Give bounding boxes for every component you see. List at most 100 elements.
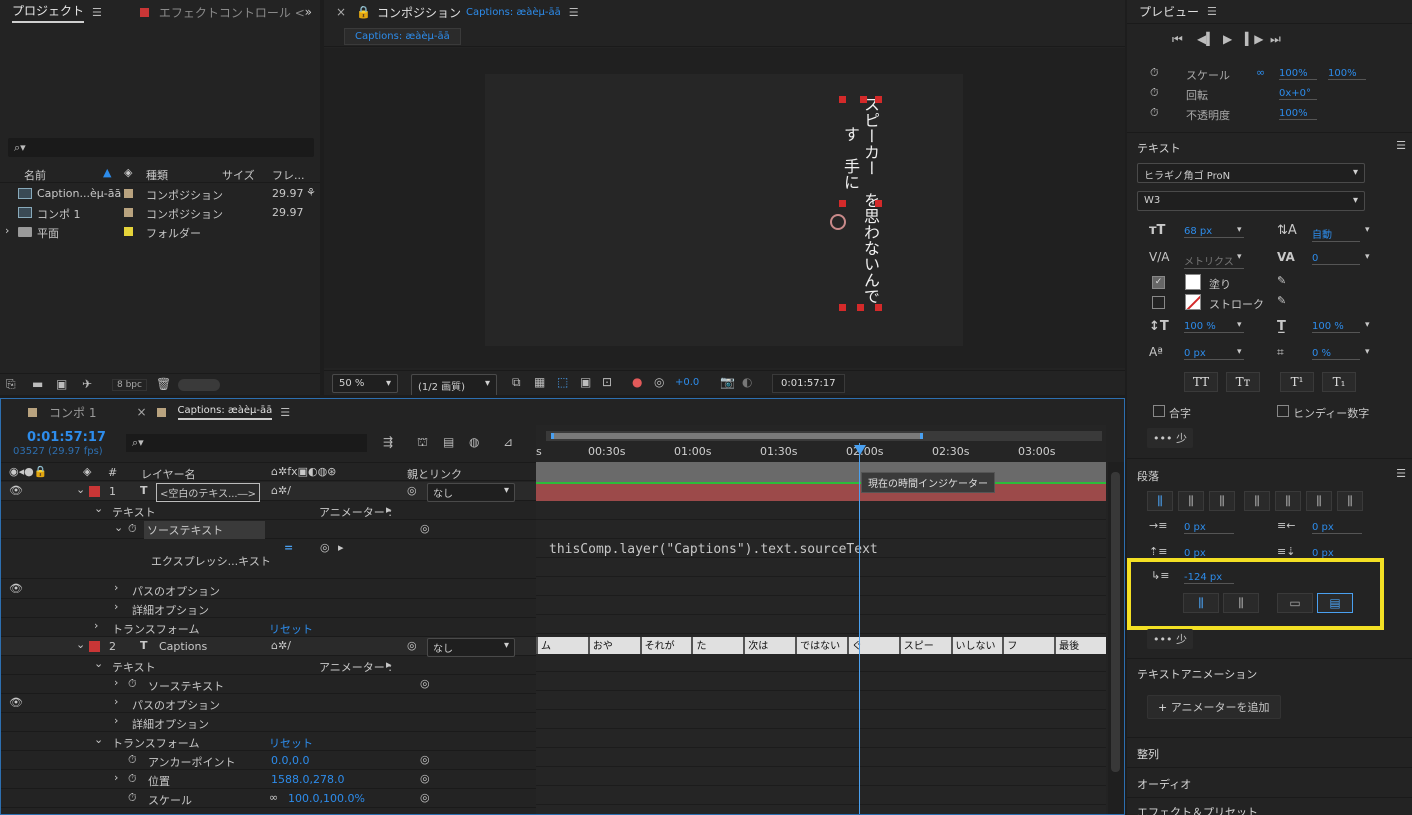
comp-canvas[interactable]: スピーカー を思わないんで す 手に — [485, 74, 963, 346]
trash-icon[interactable]: 🗑 — [156, 377, 171, 391]
justify-center-button[interactable]: ⫼ — [1275, 491, 1301, 511]
tab-captions[interactable]: Captions: æàèµ-āā — [177, 405, 273, 420]
graph-icon[interactable]: ◎ — [420, 791, 430, 804]
menu-icon[interactable]: ☰ — [1396, 139, 1406, 152]
project-item-row[interactable]: › 平面 フォルダー — [0, 222, 320, 241]
eye-icon[interactable]: 👁 — [9, 696, 23, 709]
graph-icon[interactable]: ◎ — [320, 541, 330, 554]
col-fps[interactable]: フレ... — [272, 167, 305, 183]
current-time-indicator[interactable] — [859, 443, 860, 814]
timecode-display[interactable]: 0:01:57:17 — [27, 430, 106, 445]
prop-row[interactable]: ⏱ スケール ∞ 100.0,100.0% ◎ — [1, 789, 536, 808]
expand-arrow-icon[interactable]: › — [114, 771, 118, 784]
prop-value[interactable]: 0x+0° — [1279, 88, 1317, 100]
dropdown-arrow-icon[interactable]: ▾ — [1237, 225, 1242, 235]
first-frame-icon[interactable]: ⏮ — [1172, 32, 1183, 47]
scroll-thumb[interactable] — [1111, 472, 1120, 772]
prop-row[interactable]: ⌄ テキスト アニメーター : ▸ — [1, 501, 536, 520]
font-style-select[interactable]: W3 ▾ — [1137, 191, 1365, 211]
pickwhip-icon[interactable]: ◎ — [407, 639, 417, 652]
prop-value[interactable]: 0.0,0.0 — [271, 754, 309, 767]
prop-row[interactable]: › 詳細オプション — [1, 599, 536, 618]
bbox-handle[interactable] — [875, 200, 882, 207]
expand-arrow-icon[interactable]: ⌄ — [114, 521, 123, 534]
track-row[interactable] — [536, 805, 1106, 814]
caption-clip[interactable]: フ — [1002, 637, 1054, 654]
menu-icon[interactable]: ☰ — [569, 6, 579, 19]
layer-name[interactable]: Captions — [159, 640, 207, 653]
track-area[interactable]: s 00:30s 01:00s 01:30s 02:00s 02:30s 03:00s th… — [536, 425, 1106, 814]
expand-arrow-icon[interactable]: › — [114, 581, 118, 594]
cti-head[interactable] — [854, 445, 866, 455]
track-row[interactable] — [536, 577, 1106, 596]
anchor-point-icon[interactable] — [826, 210, 850, 234]
bbox-handle[interactable] — [839, 304, 846, 311]
layer-row[interactable]: ⌄ 2 T Captions ⌂✲/ ◎ なし ▾ — [1, 637, 536, 657]
caption-text-col2[interactable]: す 手に — [840, 126, 860, 190]
region-of-interest-icon[interactable]: ⊡ — [602, 375, 612, 389]
stopwatch-icon[interactable]: ⏱ — [128, 772, 137, 786]
fill-checkbox[interactable]: ✓ — [1152, 276, 1165, 289]
track-row[interactable] — [536, 501, 1106, 520]
caption-text-col1[interactable]: スピーカー を思わないんで — [860, 96, 880, 336]
exposure-value[interactable]: +0.0 — [675, 377, 699, 388]
add-animator-button[interactable]: + アニメーターを追加 — [1147, 695, 1281, 719]
stroke-checkbox[interactable] — [1152, 296, 1165, 309]
camera-snapshot-icon[interactable]: 📷 — [720, 375, 735, 389]
layer-label-swatch[interactable] — [89, 486, 100, 497]
track-row[interactable] — [536, 672, 1106, 691]
expand-arrow-icon[interactable]: ⌄ — [94, 502, 103, 515]
vertical-scale-value[interactable]: 100 % — [1184, 321, 1244, 333]
transparency-grid-icon[interactable]: ▦ — [534, 375, 545, 389]
dropdown-arrow-icon[interactable]: ▾ — [1365, 347, 1370, 357]
col-size[interactable]: サイズ — [222, 167, 255, 183]
horizontal-scale-value[interactable]: 100 % — [1312, 321, 1360, 333]
parent-select[interactable]: なし ▾ — [427, 638, 515, 657]
expand-arrow-icon[interactable]: ⌄ — [76, 483, 85, 496]
work-area-strip[interactable] — [536, 462, 1106, 482]
prop-row[interactable]: › ⏱ ソーステキスト ◎ — [1, 675, 536, 694]
new-folder-icon[interactable]: ▬ — [32, 377, 43, 391]
prop-row[interactable]: › トランスフォーム リセット — [1, 618, 536, 637]
new-composition-icon[interactable]: ▣ — [56, 377, 67, 391]
expression-row[interactable]: エクスプレッシ...キスト = ◎ ▸ — [1, 539, 536, 579]
prop-row[interactable]: ⌄ ⏱ ソーステキスト ◎ — [1, 520, 536, 539]
expression-menu-icon[interactable]: ▸ — [338, 541, 344, 554]
font-family-select[interactable]: ヒラギノ角ゴ ProN ▾ — [1137, 163, 1365, 183]
dropdown-arrow-icon[interactable]: ▾ — [1237, 252, 1242, 262]
small-caps-button[interactable]: Tт — [1226, 372, 1260, 392]
parent-select[interactable]: なし ▾ — [427, 483, 515, 502]
caption-clip[interactable]: た — [691, 637, 743, 654]
expand-arrow-icon[interactable]: › — [114, 695, 118, 708]
expand-arrow-icon[interactable]: ⌄ — [94, 657, 103, 670]
caption-clip[interactable]: ぐ — [846, 637, 899, 654]
render-icon[interactable]: ✈ — [82, 377, 92, 391]
track-row[interactable] — [536, 748, 1106, 767]
stopwatch-icon[interactable]: ⏱ — [128, 753, 137, 767]
stroke-color-swatch[interactable] — [1185, 294, 1201, 310]
prop-row[interactable]: ⌄ トランスフォーム リセット — [1, 732, 536, 751]
track-bar-layer1[interactable] — [536, 482, 1106, 501]
track-row[interactable] — [536, 653, 1106, 672]
layer-name[interactable]: <空白のテキス...―> — [156, 483, 260, 502]
tab-comp1[interactable]: コンポ 1 — [49, 404, 96, 421]
play-icon[interactable]: ▶ — [1223, 32, 1232, 46]
dropdown-arrow-icon[interactable]: ▾ — [1365, 252, 1370, 262]
comp-tab[interactable]: Captions: æàèµ-āā — [344, 28, 461, 45]
expand-arrow-icon[interactable]: › — [114, 600, 118, 613]
shy-layers-icon[interactable]: ▤ — [443, 435, 454, 449]
dropdown-arrow-icon[interactable]: ▾ — [1365, 320, 1370, 330]
indent-left-value[interactable]: 0 px — [1184, 522, 1234, 534]
prop-value[interactable]: 100% — [1279, 68, 1317, 80]
safe-margins-icon[interactable]: ▣ — [580, 375, 591, 389]
draft-3d-icon[interactable]: ⛫ — [417, 435, 428, 451]
source-text-label[interactable]: ソーステキスト — [144, 521, 265, 539]
prop-row[interactable]: 👁 › パスのオプション — [1, 580, 536, 599]
stopwatch-icon[interactable]: ⏱ — [128, 677, 137, 691]
prop-row[interactable]: › 詳細オプション — [1, 713, 536, 732]
font-size-value[interactable]: 68 px — [1184, 226, 1244, 238]
expand-arrow-icon[interactable]: › — [114, 714, 118, 727]
align-panel-header[interactable]: 整列 — [1127, 737, 1412, 766]
caption-clip[interactable]: 最後 — [1054, 637, 1106, 654]
zoom-select[interactable]: 50 % ▾ — [332, 374, 398, 393]
